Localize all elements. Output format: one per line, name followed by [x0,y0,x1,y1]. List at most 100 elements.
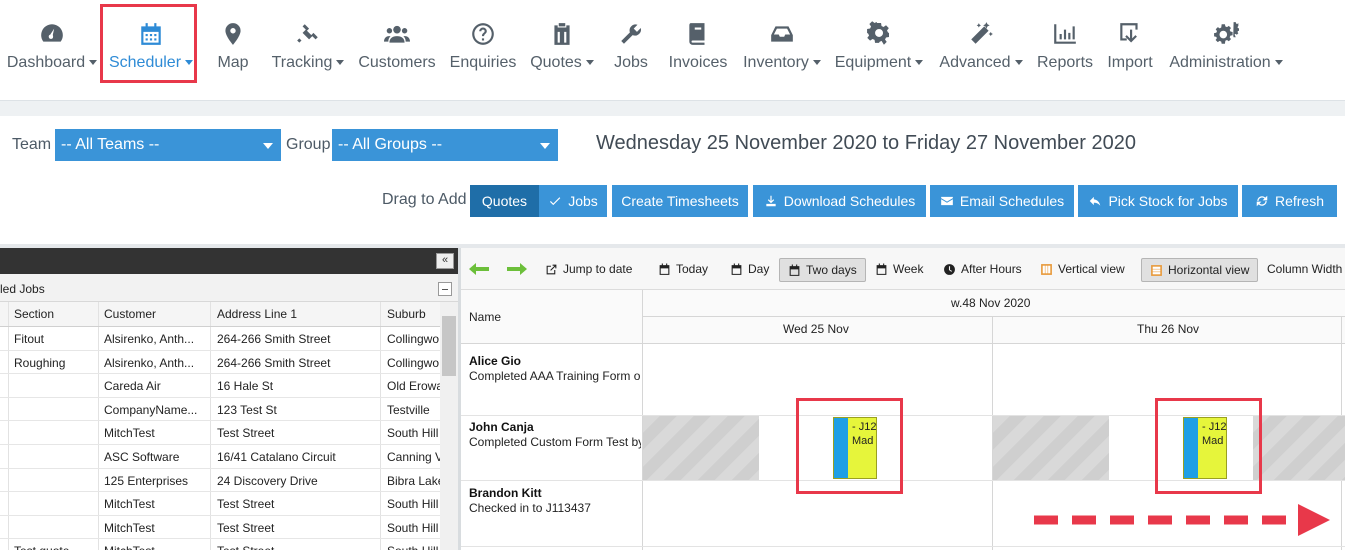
week-header: w.48 Nov 2020 [951,296,1031,310]
horizontal-view-icon [1151,264,1162,276]
column-divider [98,350,99,374]
today-button[interactable]: Today [658,262,708,276]
after-hours-label: After Hours [961,262,1022,276]
table-cell: South Hill [387,544,447,550]
day-button[interactable]: Day [730,262,769,276]
vertical-view-button[interactable]: Vertical view [1040,262,1125,276]
day-label: Day [748,262,770,276]
nav-advanced[interactable]: Advanced [936,0,1026,100]
arrow-left-icon[interactable] [469,262,489,276]
chevron-down-icon [585,60,594,66]
nav-invoices[interactable]: Invoices [664,0,732,100]
jobs-toggle-label: Jobs [568,193,598,209]
column-header[interactable]: Customer [104,307,211,321]
nav-inventory[interactable]: Inventory [740,0,824,100]
table-row[interactable]: Test quoteMitchTestTest StreetSouth Hill [0,539,440,550]
table-row[interactable]: MitchTest Test Street South Hill [0,515,440,540]
quotes-toggle[interactable]: Quotes [470,185,539,217]
refresh-button[interactable]: Refresh [1242,185,1337,217]
column-divider [98,515,99,539]
nav-customers[interactable]: Customers [356,0,438,100]
date-range-title: Wednesday 25 November 2020 to Friday 27 … [596,132,1136,154]
panel-title: led Jobs [0,282,45,296]
nav-jobs[interactable]: Jobs [608,0,654,100]
column-divider [98,397,99,421]
column-header[interactable]: Section [14,307,98,321]
nav-tracking[interactable]: Tracking [268,0,348,100]
table-cell: Testville [387,402,430,417]
column-divider [98,302,99,326]
column-divider [210,421,211,444]
table-row[interactable]: Roughing Alsirenko, Anth... 264-266 Smith … [0,350,440,375]
column-divider [98,468,99,492]
column-divider [210,327,211,350]
unscheduled-jobs-panel: « led Jobs Section Customer Address Line 1… [0,248,458,550]
table-cell: Collingwo [387,355,440,370]
satellite-icon [294,20,322,48]
nav-quotes[interactable]: Quotes [526,0,598,100]
email-schedules-button[interactable]: Email Schedules [930,185,1074,217]
table-row[interactable]: ASC Software 16/41 Catalano Circuit Cannin… [0,444,443,469]
jump-to-date-button[interactable]: Jump to date [545,262,632,276]
resource-name: Brandon Kitt [469,486,542,500]
horizontal-view-button[interactable]: Horizontal view [1141,258,1259,282]
today-label: Today [676,262,709,276]
jump-to-date-label: Jump to date [563,262,633,276]
nav-label: Reports [1036,54,1094,71]
table-cell: Test Street [217,544,381,550]
filter-bar: Team -- All Teams -- Group -- All Groups… [0,116,1345,244]
gears-icon [1212,20,1240,48]
column-divider [210,492,211,515]
table-row[interactable]: Careda Air 16 Hale St Old Erowa [0,374,443,398]
resource-status: Completed AAA Training Form on [469,369,641,383]
jobs-toggle[interactable]: Jobs [539,185,607,217]
book-icon [684,20,712,48]
double-chevron-left-icon[interactable]: « [436,253,454,269]
vertical-view-label: Vertical view [1058,262,1125,276]
after-hours-button[interactable]: After Hours [943,262,1022,276]
column-header[interactable]: Address Line 1 [217,307,381,321]
nav-label: Advanced [939,54,1011,71]
table-cell: MitchTest [104,426,155,441]
table-cell: Collingwo [387,332,440,346]
nav-map[interactable]: Map [210,0,256,100]
calendar-icon [731,263,742,275]
column-header[interactable]: Suburb [387,307,447,321]
create-timesheets-button[interactable]: Create Timesheets [612,185,748,217]
table-cell: Canning V [387,449,444,464]
nav-reports[interactable]: Reports [1034,0,1096,100]
column-divider [380,468,381,492]
scrollbar-thumb[interactable] [442,316,456,376]
table-row[interactable]: Fitout Alsirenko, Anth... 264-266 Smith St… [0,327,440,351]
column-divider [98,444,99,468]
group-select[interactable]: -- All Groups -- [332,129,558,161]
nav-enquiries[interactable]: Enquiries [448,0,518,100]
column-divider [8,374,9,397]
download-schedules-button[interactable]: Download Schedules [753,185,926,217]
table-cell: ASC Software [104,449,180,464]
column-divider [8,539,9,550]
table-cell: Test Street [217,497,275,512]
nav-import[interactable]: Import [1104,0,1156,100]
vertical-scrollbar[interactable] [440,302,458,550]
minimize-icon[interactable] [438,282,452,296]
chevron-down-icon [1274,60,1283,66]
table-row[interactable]: CompanyName... 123 Test St Testville [0,397,440,422]
table-row[interactable]: MitchTest Test Street South Hill [0,492,440,516]
team-select[interactable]: -- All Teams -- [55,129,281,161]
table-row[interactable]: MitchTest Test Street South Hill [0,421,440,445]
bar-chart-icon [1051,20,1079,48]
nav-equipment[interactable]: Equipment [832,0,926,100]
wrench-icon [617,20,645,48]
column-width-label: Column Width [1267,262,1343,276]
nav-dashboard[interactable]: Dashboard [6,0,98,100]
column-divider [210,515,211,539]
two-days-button[interactable]: Two days [779,258,866,282]
refresh-icon [1256,195,1268,207]
scheduler-highlight-box [100,4,197,83]
pick-stock-button[interactable]: Pick Stock for Jobs [1078,185,1238,217]
week-button[interactable]: Week [875,262,923,276]
nav-administration[interactable]: Administration [1166,0,1286,100]
arrow-right-icon[interactable] [507,262,527,276]
table-row[interactable]: 125 Enterprises 24 Discovery Drive Bibra L… [0,468,444,493]
